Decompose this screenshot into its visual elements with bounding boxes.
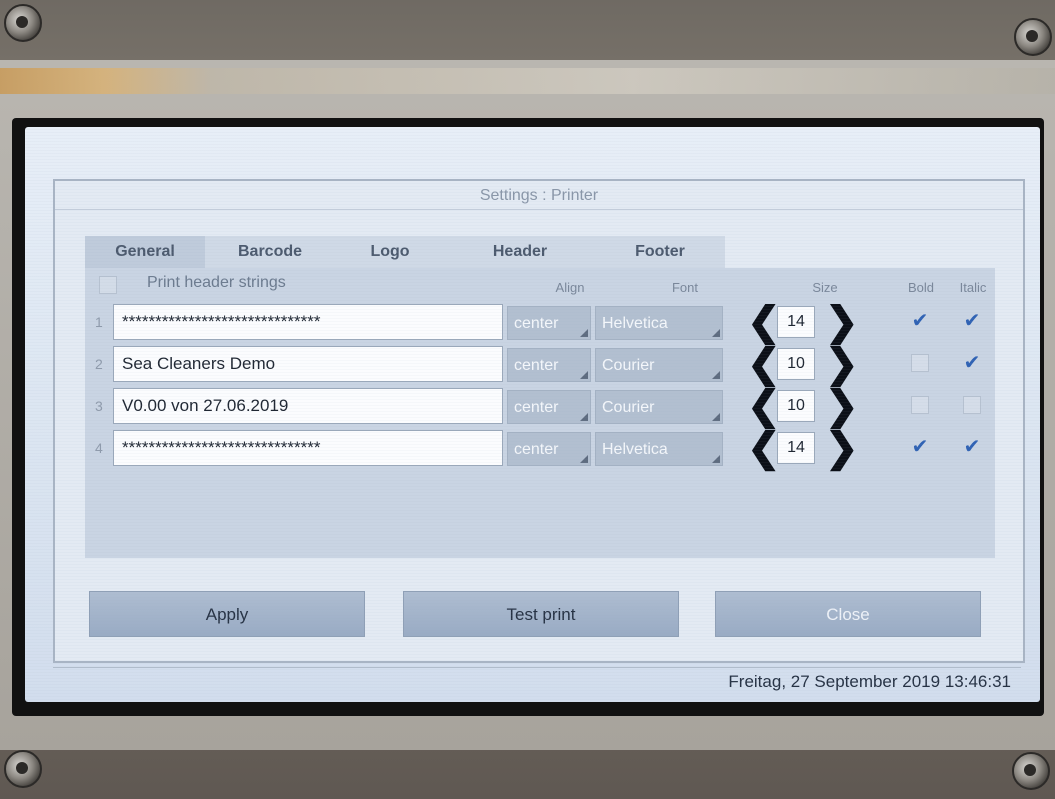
- column-size: Size: [812, 280, 838, 295]
- header-strings-panel: Print header strings Align Font Size Bol…: [85, 268, 995, 558]
- tab-logo[interactable]: Logo: [335, 236, 445, 268]
- italic-checkbox-unchecked[interactable]: [963, 396, 981, 414]
- header-text-input[interactable]: V0.00 von 27.06.2019: [113, 388, 503, 424]
- size-value[interactable]: 10: [777, 348, 815, 380]
- tab-bar: General Barcode Logo Header Footer: [85, 236, 725, 268]
- column-bold: Bold: [907, 280, 935, 295]
- close-button[interactable]: Close: [715, 591, 981, 637]
- header-text-input[interactable]: Sea Cleaners Demo: [113, 346, 503, 382]
- print-header-checkbox[interactable]: [99, 276, 117, 294]
- header-text-input[interactable]: ******************************: [113, 304, 503, 340]
- row-number: 4: [95, 440, 103, 456]
- apply-button[interactable]: Apply: [89, 591, 365, 637]
- size-value[interactable]: 14: [777, 432, 815, 464]
- header-row: 3 V0.00 von 27.06.2019 center Courier ❮ …: [85, 386, 995, 426]
- row-number: 2: [95, 356, 103, 372]
- chevron-right-icon[interactable]: ❯: [825, 344, 859, 384]
- settings-window: Settings : Printer General Barcode Logo …: [53, 179, 1025, 663]
- size-value[interactable]: 10: [777, 390, 815, 422]
- chevron-right-icon[interactable]: ❯: [825, 428, 859, 468]
- header-row: 1 ****************************** center …: [85, 302, 995, 342]
- chevron-left-icon[interactable]: ❮: [747, 344, 781, 384]
- row-number: 1: [95, 314, 103, 330]
- bold-checkbox-unchecked[interactable]: [911, 396, 929, 414]
- chevron-left-icon[interactable]: ❮: [747, 302, 781, 342]
- status-datetime: Freitag, 27 September 2019 13:46:31: [728, 672, 1011, 691]
- header-row: 4 ****************************** center …: [85, 428, 995, 468]
- italic-checkbox-checked[interactable]: ✔: [963, 437, 981, 457]
- bezel-strip: [0, 68, 1055, 94]
- align-select[interactable]: center: [507, 348, 591, 382]
- column-font: Font: [671, 280, 698, 295]
- header-text-input[interactable]: ******************************: [113, 430, 503, 466]
- align-select[interactable]: center: [507, 306, 591, 340]
- screw-bottom-left: [4, 750, 42, 788]
- font-select[interactable]: Helvetica: [595, 306, 723, 340]
- tab-header[interactable]: Header: [445, 236, 595, 268]
- chevron-right-icon[interactable]: ❯: [825, 386, 859, 426]
- size-value[interactable]: 14: [777, 306, 815, 338]
- column-italic: Italic: [959, 280, 987, 295]
- align-select[interactable]: center: [507, 390, 591, 424]
- font-select[interactable]: Courier: [595, 348, 723, 382]
- lcd-screen: Settings : Printer General Barcode Logo …: [25, 127, 1040, 702]
- font-select[interactable]: Helvetica: [595, 432, 723, 466]
- align-select[interactable]: center: [507, 432, 591, 466]
- bold-checkbox-checked[interactable]: ✔: [911, 437, 929, 457]
- italic-checkbox-checked[interactable]: ✔: [963, 353, 981, 373]
- status-bar: Freitag, 27 September 2019 13:46:31: [53, 667, 1021, 700]
- bold-checkbox-unchecked[interactable]: [911, 354, 929, 372]
- font-select[interactable]: Courier: [595, 390, 723, 424]
- tab-general[interactable]: General: [85, 236, 205, 268]
- bold-checkbox-checked[interactable]: ✔: [911, 311, 929, 331]
- row-number: 3: [95, 398, 103, 414]
- screw-bottom-right: [1012, 752, 1050, 790]
- print-header-label: Print header strings: [147, 274, 286, 291]
- column-align: Align: [555, 280, 585, 295]
- header-row: 2 Sea Cleaners Demo center Courier ❮ 10 …: [85, 344, 995, 384]
- window-title: Settings : Printer: [55, 181, 1023, 210]
- screw-top-right: [1014, 18, 1052, 56]
- tab-footer[interactable]: Footer: [595, 236, 725, 268]
- test-print-button[interactable]: Test print: [403, 591, 679, 637]
- screw-top-left: [4, 4, 42, 42]
- chevron-right-icon[interactable]: ❯: [825, 302, 859, 342]
- tab-barcode[interactable]: Barcode: [205, 236, 335, 268]
- chevron-left-icon[interactable]: ❮: [747, 428, 781, 468]
- italic-checkbox-checked[interactable]: ✔: [963, 311, 981, 331]
- chevron-left-icon[interactable]: ❮: [747, 386, 781, 426]
